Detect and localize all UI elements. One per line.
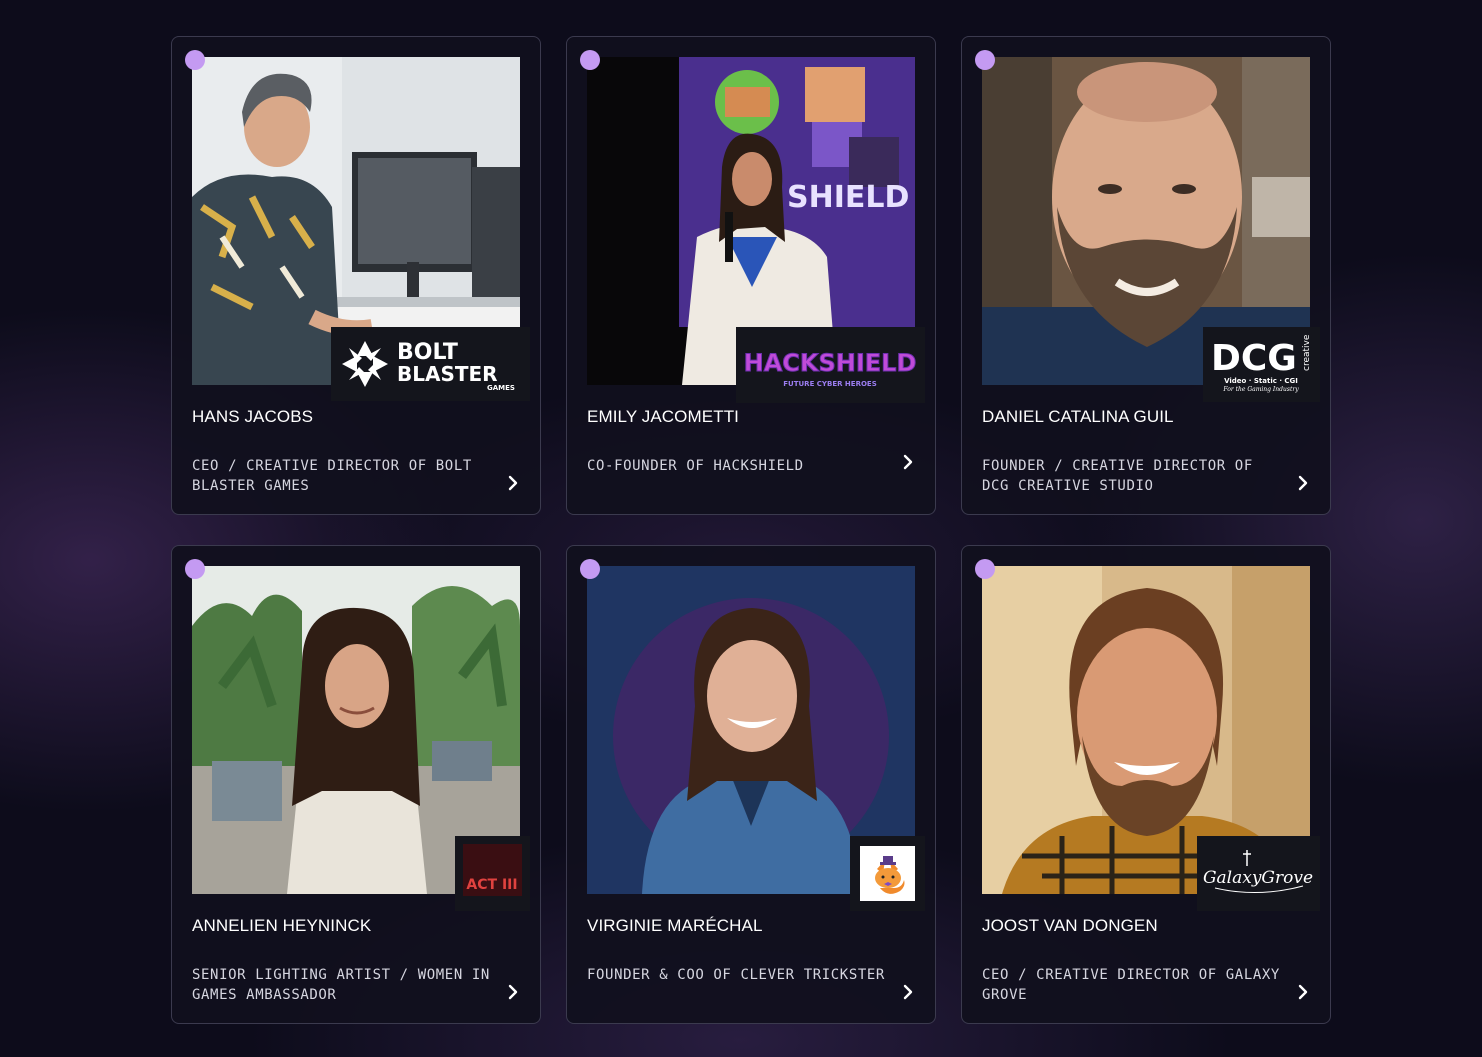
logo-text-line1: GalaxyGrove	[1203, 868, 1313, 888]
speaker-card-hans-jacobs[interactable]: BOLT BLASTER GAMES HANS JACOBS CEO / CRE…	[171, 36, 541, 515]
logo-text-line1: DCG	[1211, 338, 1297, 379]
logo-text-sub: Video · Static · CGI	[1224, 377, 1298, 385]
speaker-name: ANNELIEN HEYNINCK	[192, 916, 372, 935]
speaker-grid: BOLT BLASTER GAMES HANS JACOBS CEO / CRE…	[171, 36, 1331, 1024]
chevron-right-icon[interactable]	[506, 473, 520, 493]
speaker-card-virginie-marechal[interactable]: VIRGINIE MARÉCHAL FOUNDER & COO OF CLEVE…	[566, 545, 936, 1024]
speaker-card-joost-van-dongen[interactable]: GalaxyGrove JOOST VAN DONGEN CEO / CREAT…	[961, 545, 1331, 1024]
speaker-role: FOUNDER & COO OF CLEVER TRICKSTER	[587, 967, 885, 983]
speaker-role: CEO / CREATIVE DIRECTOR OF BOLT BLASTER …	[192, 458, 472, 494]
status-dot-icon	[975, 559, 995, 579]
chevron-right-icon[interactable]	[901, 982, 915, 1002]
speaker-card-annelien-heyninck[interactable]: ACT III ANNELIEN HEYNINCK SENIOR LIGHTIN…	[171, 545, 541, 1024]
logo-text-sub: FUTURE CYBER HEROES	[783, 380, 877, 388]
status-dot-icon	[185, 559, 205, 579]
chevron-right-icon[interactable]	[506, 982, 520, 1002]
status-dot-icon	[580, 559, 600, 579]
logo-text-line1: HACKSHIELD	[744, 349, 917, 377]
svg-text:SHIELD: SHIELD	[787, 180, 909, 215]
speaker-name: JOOST VAN DONGEN	[982, 916, 1158, 935]
logo-text-line2: BLASTER	[397, 362, 498, 386]
speaker-role: FOUNDER / CREATIVE DIRECTOR OF DCG CREAT…	[982, 458, 1253, 494]
speaker-role: CO-FOUNDER OF HACKSHIELD	[587, 458, 804, 474]
logo-text-line1: ACT III	[466, 877, 517, 893]
speaker-name: EMILY JACOMETTI	[587, 407, 740, 426]
speaker-name: VIRGINIE MARÉCHAL	[587, 916, 763, 935]
status-dot-icon	[975, 50, 995, 70]
speaker-name: DANIEL CATALINA GUIL	[982, 407, 1174, 426]
company-logo-hackshield: HACKSHIELD FUTURE CYBER HEROES	[736, 327, 925, 403]
company-logo-galaxy-grove: GalaxyGrove	[1197, 836, 1320, 911]
company-logo-dcg: DCG creative Video · Static · CGI For th…	[1203, 327, 1320, 402]
company-logo-act-iii: ACT III	[455, 836, 530, 911]
speaker-name: HANS JACOBS	[192, 407, 314, 426]
status-dot-icon	[185, 50, 205, 70]
speaker-role: CEO / CREATIVE DIRECTOR OF GALAXY GROVE	[982, 967, 1280, 1003]
company-logo-bolt-blaster: BOLT BLASTER GAMES	[331, 327, 530, 401]
speaker-card-daniel-catalina-guil[interactable]: DCG creative Video · Static · CGI For th…	[961, 36, 1331, 515]
logo-text-sub2: For the Gaming Industry	[1222, 386, 1299, 393]
logo-text-side: creative	[1302, 334, 1312, 371]
company-logo-clever-trickster	[850, 836, 925, 911]
chevron-right-icon[interactable]	[1296, 473, 1310, 493]
speaker-card-emily-jacometti[interactable]: SHIELD HACKSHIELD FUTURE CYBER HEROES EM…	[566, 36, 936, 515]
chevron-right-icon[interactable]	[1296, 982, 1310, 1002]
logo-text-sub: GAMES	[487, 384, 515, 392]
speaker-role: SENIOR LIGHTING ARTIST / WOMEN IN GAMES …	[192, 967, 490, 1003]
status-dot-icon	[580, 50, 600, 70]
chevron-right-icon[interactable]	[901, 452, 915, 472]
